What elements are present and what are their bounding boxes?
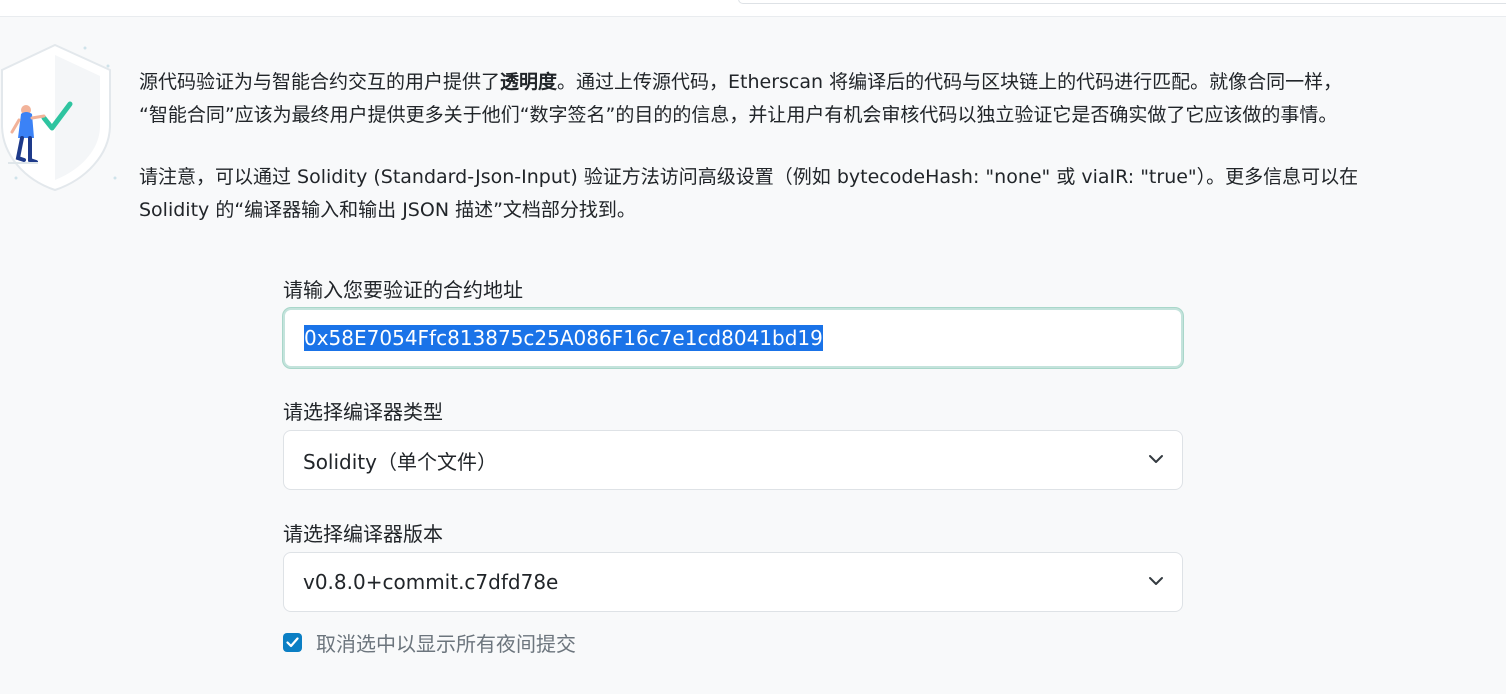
- compiler-version-label: 请选择编译器版本: [283, 522, 443, 546]
- contract-address-input[interactable]: 0x58E7054Ffc813875c25A086F16c7e1cd8041bd…: [283, 308, 1183, 368]
- chevron-down-icon: [1149, 577, 1163, 585]
- address-value: 0x58E7054Ffc813875c25A086F16c7e1cd8041bd…: [304, 325, 823, 351]
- header-search-input[interactable]: [738, 0, 1506, 4]
- compiler-type-select[interactable]: Solidity（单个文件）: [283, 430, 1183, 490]
- address-label: 请输入您要验证的合约地址: [283, 278, 523, 302]
- intro-text: 。通过上传源代码，Etherscan 将编译后的代码与区块链上的代码进行匹配。就…: [557, 71, 1343, 93]
- nightly-commits-option: 取消选中以显示所有夜间提交: [283, 628, 1183, 657]
- shield-icon: [1, 43, 117, 192]
- compiler-type-value: Solidity（单个文件）: [303, 449, 497, 474]
- checkbox-check-icon: [286, 637, 299, 648]
- note-text: 请注意，可以通过 Solidity (Standard-Json-Input) …: [139, 166, 1359, 188]
- intro-section: 源代码验证为与智能合约交互的用户提供了透明度。通过上传源代码，Etherscan…: [139, 66, 1499, 227]
- intro-text: 源代码验证为与智能合约交互的用户提供了: [139, 71, 501, 93]
- compiler-version-value: v0.8.0+commit.c7dfd78e: [303, 570, 559, 594]
- top-bar: [0, 0, 1506, 17]
- note-paragraph: 请注意，可以通过 Solidity (Standard-Json-Input) …: [139, 161, 1499, 227]
- compiler-version-select[interactable]: v0.8.0+commit.c7dfd78e: [283, 552, 1183, 612]
- verification-illustration: [0, 40, 130, 200]
- compiler-type-label: 请选择编译器类型: [283, 400, 443, 424]
- transparency-keyword: 透明度: [500, 71, 558, 93]
- nightly-commits-checkbox[interactable]: [283, 633, 302, 652]
- note-text: Solidity 的“编译器输入和输出 JSON 描述”文档部分找到。: [139, 199, 636, 221]
- intro-paragraph: 源代码验证为与智能合约交互的用户提供了透明度。通过上传源代码，Etherscan…: [139, 66, 1499, 132]
- chevron-down-icon: [1149, 455, 1163, 463]
- nightly-commits-label[interactable]: 取消选中以显示所有夜间提交: [316, 628, 576, 657]
- intro-text: “智能合同”应该为最终用户提供更多关于他们“数字签名”的目的的信息，并让用户有机…: [139, 104, 1338, 126]
- verify-contract-form: 请输入您要验证的合约地址 0x58E7054Ffc813875c25A086F1…: [283, 272, 1183, 657]
